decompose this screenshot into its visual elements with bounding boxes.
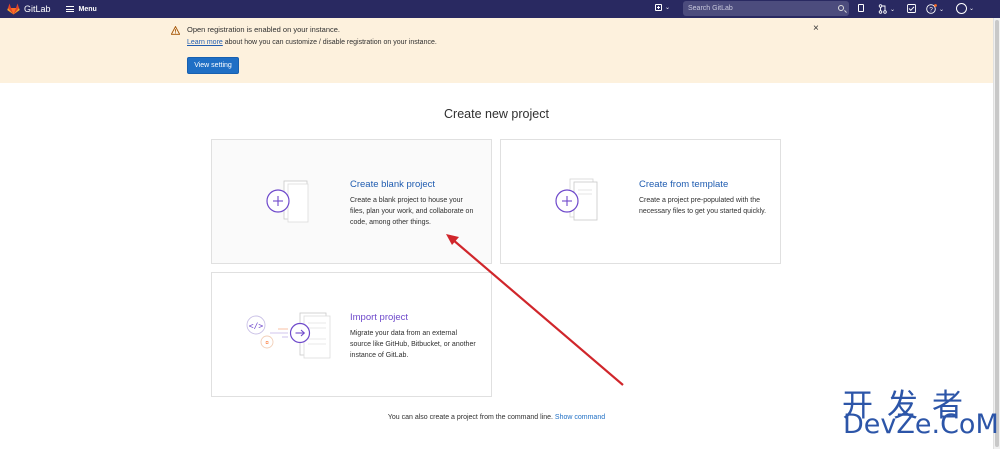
registration-alert bbox=[0, 18, 993, 83]
chevron-down-icon: ⌄ bbox=[969, 6, 975, 12]
create-from-template-title[interactable]: Create from template bbox=[639, 179, 728, 190]
alert-title: Open registration is enabled on your ins… bbox=[187, 25, 341, 34]
new-dropdown-button[interactable]: ⌄ bbox=[655, 4, 670, 11]
hamburger-icon bbox=[65, 6, 74, 12]
import-project-title[interactable]: Import project bbox=[350, 312, 408, 323]
search-input[interactable]: Search GitLab bbox=[683, 1, 849, 16]
merge-requests-button[interactable]: ⌄ bbox=[878, 4, 895, 14]
chevron-down-icon: ⌄ bbox=[665, 5, 671, 11]
close-icon[interactable]: × bbox=[813, 24, 819, 34]
avatar-icon bbox=[956, 3, 967, 14]
svg-text:</>: </> bbox=[249, 322, 264, 331]
import-project-description: Migrate your data from an external sourc… bbox=[350, 330, 476, 359]
scrollbar-thumb[interactable] bbox=[995, 20, 999, 447]
svg-text:?: ? bbox=[929, 6, 933, 13]
menu-label: Menu bbox=[78, 5, 97, 13]
user-menu-button[interactable]: ⌄ bbox=[956, 3, 974, 14]
chevron-down-icon: ⌄ bbox=[939, 6, 945, 13]
view-setting-button[interactable]: View setting bbox=[187, 57, 239, 74]
create-blank-project-description: Create a blank project to house your fil… bbox=[350, 197, 474, 226]
search-icon bbox=[838, 5, 844, 11]
show-command-link[interactable]: Show command bbox=[555, 414, 605, 421]
import-project-illustration-icon: </> ¤ bbox=[246, 312, 331, 359]
warning-icon bbox=[171, 26, 180, 35]
learn-more-link[interactable]: Learn more bbox=[187, 39, 223, 46]
page-title: Create new project bbox=[444, 107, 549, 121]
merge-request-icon bbox=[878, 4, 887, 14]
help-button[interactable]: ? ⌄ bbox=[926, 4, 944, 14]
top-navbar: GitLab Menu ⌄ Search GitLab ⌄ ? ⌄ ⌄ bbox=[0, 0, 1000, 18]
search-placeholder: Search GitLab bbox=[688, 5, 733, 12]
todo-icon bbox=[907, 4, 916, 13]
watermark-latin: DevZe.CoM bbox=[843, 409, 999, 440]
menu-button[interactable]: Menu bbox=[65, 5, 97, 13]
gitlab-logo[interactable]: GitLab bbox=[7, 3, 51, 15]
vertical-scrollbar[interactable] bbox=[993, 18, 1000, 449]
svg-text:¤: ¤ bbox=[265, 341, 268, 347]
plus-square-icon bbox=[655, 4, 662, 11]
todos-button[interactable] bbox=[907, 4, 916, 13]
logo-text: GitLab bbox=[24, 4, 51, 14]
help-icon: ? bbox=[926, 4, 937, 14]
blank-project-illustration-icon bbox=[266, 180, 309, 223]
chevron-down-icon: ⌄ bbox=[890, 6, 896, 13]
alert-message-text: about how you can customize / disable re… bbox=[222, 39, 437, 46]
issues-button[interactable] bbox=[858, 4, 864, 12]
create-from-template-description: Create a project pre-populated with the … bbox=[639, 197, 767, 215]
issues-icon bbox=[858, 4, 864, 12]
command-line-text: You can also create a project from the c… bbox=[387, 414, 553, 421]
alert-message: Learn more about how you can customize /… bbox=[187, 39, 437, 46]
gitlab-tanuki-icon bbox=[7, 3, 20, 15]
template-project-illustration-icon bbox=[555, 178, 598, 221]
create-blank-project-title[interactable]: Create blank project bbox=[350, 179, 435, 190]
